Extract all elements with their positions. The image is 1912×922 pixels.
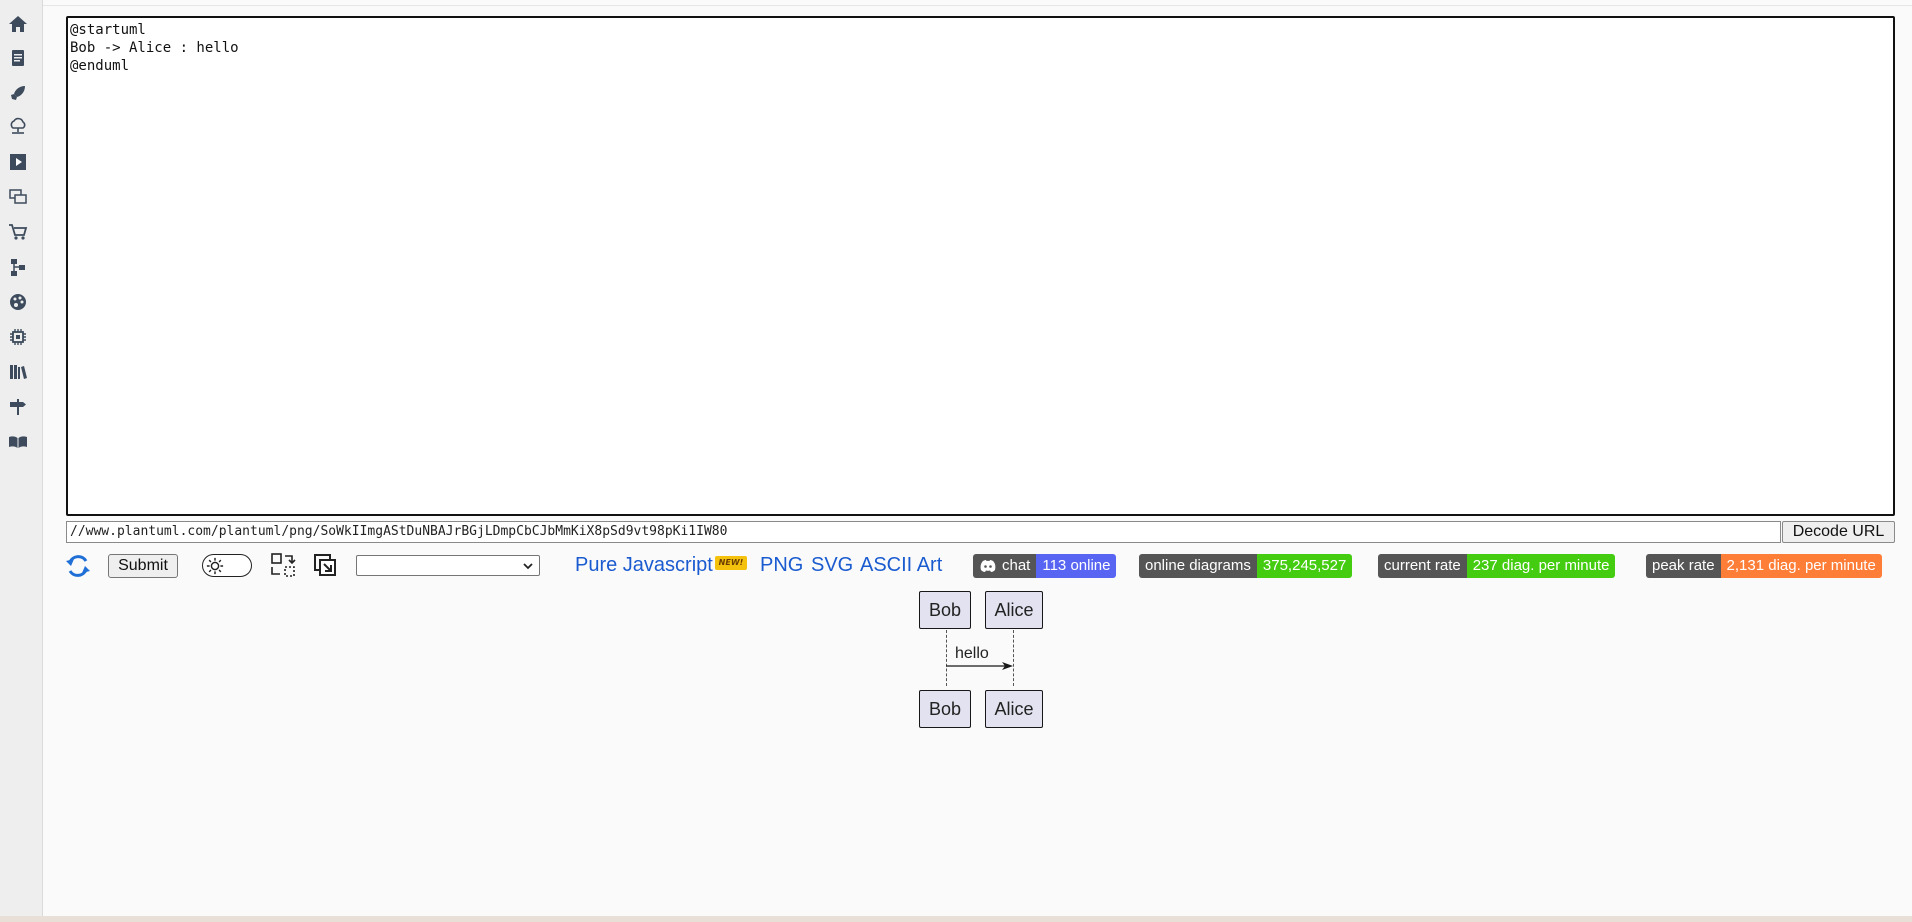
cloud-server-icon[interactable] [8, 117, 28, 137]
new-badge: NEW! [715, 556, 747, 570]
refresh-icon[interactable] [64, 553, 92, 579]
home-icon[interactable] [8, 14, 28, 34]
theme-toggle[interactable] [202, 554, 252, 577]
chat-badge-value: 113 online [1036, 554, 1117, 578]
chevron-down-icon [523, 563, 533, 570]
peak-rate-value: 2,131 diag. per minute [1720, 554, 1882, 578]
diagram-url-input[interactable]: //www.plantuml.com/plantuml/png/SoWkIImg… [66, 521, 1781, 543]
sequence-diagram-preview: Bob Alice hello Bob Alice [918, 590, 1046, 730]
message-arrow [946, 662, 1013, 670]
png-link[interactable]: PNG [760, 552, 803, 578]
peak-rate-label: peak rate [1646, 554, 1721, 578]
chip-icon[interactable] [8, 327, 28, 347]
current-rate-label: current rate [1378, 554, 1467, 578]
chat-badge[interactable]: chat 113 online [973, 554, 1117, 578]
ascii-art-link[interactable]: ASCII Art [860, 552, 942, 578]
participant-alice-top: Alice [985, 591, 1043, 629]
library-icon[interactable] [8, 362, 28, 382]
online-diagrams-badge: online diagrams 375,245,527 [1139, 554, 1353, 578]
cart-icon[interactable] [8, 222, 28, 242]
chat-badge-label: chat [1002, 557, 1031, 574]
palette-icon[interactable] [8, 292, 28, 312]
bob-lifeline [946, 630, 947, 686]
play-icon[interactable] [8, 152, 28, 172]
current-rate-value: 237 diag. per minute [1466, 554, 1616, 578]
alice-lifeline [1013, 630, 1014, 686]
signpost-icon[interactable] [8, 397, 28, 417]
peak-rate-badge: peak rate 2,131 diag. per minute [1646, 554, 1882, 578]
swap-layout-icon[interactable] [270, 552, 296, 578]
document-icon[interactable] [8, 48, 28, 68]
sun-icon [205, 556, 224, 575]
diagram-type-select[interactable] [356, 555, 540, 576]
online-diagrams-label: online diagrams [1139, 554, 1257, 578]
current-rate-badge: current rate 237 diag. per minute [1378, 554, 1616, 578]
uml-source-editor[interactable]: @startuml Bob -> Alice : hello @enduml [66, 16, 1895, 516]
rocket-icon[interactable] [8, 83, 28, 103]
decode-url-button[interactable]: Decode URL [1782, 521, 1895, 543]
bottom-scrollbar [0, 916, 1912, 922]
participant-alice-bottom: Alice [985, 690, 1043, 728]
sitemap-icon[interactable] [8, 257, 28, 277]
chat-icon[interactable] [8, 187, 28, 207]
svg-link[interactable]: SVG [811, 552, 853, 578]
discord-icon [980, 560, 996, 572]
participant-bob-bottom: Bob [919, 690, 971, 728]
popout-window-icon[interactable] [313, 553, 337, 577]
online-diagrams-value: 375,245,527 [1256, 554, 1353, 578]
submit-button[interactable]: Submit [108, 554, 178, 578]
participant-bob-top: Bob [919, 591, 971, 629]
top-divider [43, 5, 1912, 6]
sidebar-nav [0, 0, 43, 922]
pure-javascript-link[interactable]: Pure Javascript [575, 552, 713, 578]
book-icon[interactable] [8, 432, 28, 452]
